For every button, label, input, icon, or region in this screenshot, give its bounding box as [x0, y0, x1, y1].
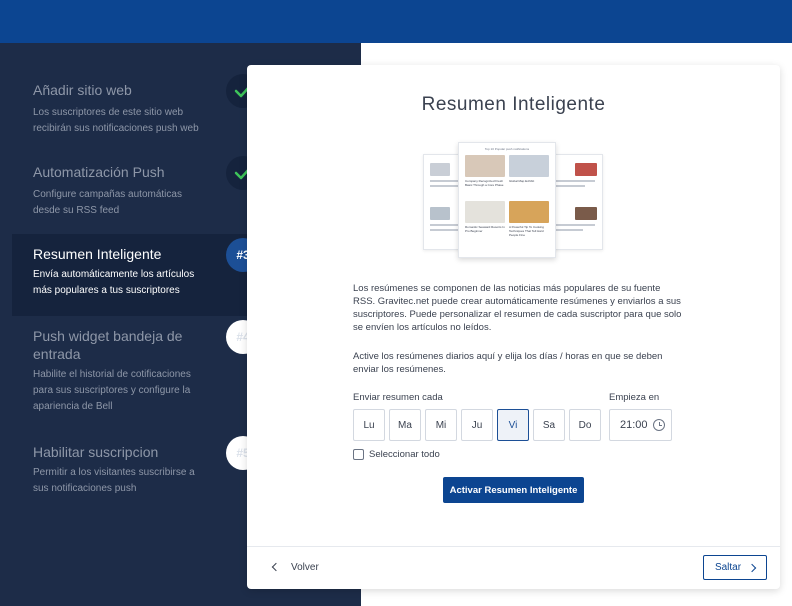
back-button[interactable]: Volver — [271, 559, 319, 575]
select-all-label[interactable]: Seleccionar todo — [369, 449, 440, 460]
smart-digest-card: Resumen Inteligente Top 10 Popular push … — [247, 65, 780, 589]
preview-header: Top 10 Popular push notifications — [484, 147, 530, 151]
preview-item: A Powerful Tip To Cooking Techniques Tha… — [509, 225, 544, 237]
start-time-input[interactable]: 21:00 — [609, 409, 672, 441]
day-button-sunday[interactable]: Do — [569, 409, 601, 441]
step-push-widget-inbox[interactable]: Push widget bandeja de entrada Habilite … — [12, 320, 247, 420]
digest-instructions: Active los resúmenes diarios aquí y elij… — [353, 351, 663, 375]
step-title: Añadir sitio web — [33, 82, 132, 98]
step-title: Push widget bandeja de entrada — [33, 328, 183, 362]
step-title: Automatización Push — [33, 164, 165, 180]
activate-smart-digest-button[interactable]: Activar Resumen Inteligente — [443, 477, 584, 503]
digest-description: Los resúmenes se componen de las noticia… — [353, 283, 682, 333]
start-time-value: 21:00 — [620, 419, 648, 431]
step-title: Resumen Inteligente — [33, 246, 162, 262]
skip-label: Saltar — [714, 562, 742, 573]
select-all-checkbox[interactable] — [353, 449, 364, 460]
step-description: Permitir a los visitantes suscribirse a … — [33, 467, 195, 494]
send-every-label: Enviar resumen cada — [353, 392, 443, 403]
clock-icon[interactable] — [653, 419, 665, 431]
step-description: Envía automáticamente los artículos más … — [33, 269, 195, 296]
day-button-saturday[interactable]: Sa — [533, 409, 565, 441]
preview-item: Company Recognized Fresh Basic Through a… — [465, 179, 504, 187]
step-description: Configure campañas automáticas desde su … — [33, 189, 182, 216]
preview-side-right — [548, 154, 603, 250]
step-description: Los suscriptores de este sitio web recib… — [33, 107, 199, 134]
day-button-tuesday[interactable]: Ma — [389, 409, 421, 441]
step-smart-digest[interactable]: Resumen Inteligente Envía automáticament… — [12, 234, 247, 316]
card-title: Resumen Inteligente — [421, 94, 606, 115]
day-button-friday[interactable]: Vi — [497, 409, 529, 441]
starts-at-label: Empieza en — [609, 392, 660, 403]
step-add-website[interactable]: Añadir sitio web Los suscriptores de est… — [12, 68, 247, 144]
step-title: Habilitar suscripcion — [33, 444, 159, 460]
top-bar — [0, 0, 792, 43]
day-button-monday[interactable]: Lu — [353, 409, 385, 441]
day-button-wednesday[interactable]: Mi — [425, 409, 457, 441]
back-label: Volver — [291, 561, 319, 573]
footer-divider — [247, 546, 780, 547]
chevron-right-icon — [747, 563, 757, 572]
preview-item: Romantic Seaward Resorts In Pro Beginner — [465, 225, 505, 233]
preview-item: Global Map Exhibit — [509, 179, 535, 183]
skip-button[interactable]: Saltar — [703, 555, 767, 580]
day-button-thursday[interactable]: Ju — [461, 409, 493, 441]
step-push-automation[interactable]: Automatización Push Configure campañas a… — [12, 150, 247, 226]
step-enable-subscription[interactable]: Habilitar suscripcion Permitir a los vis… — [12, 432, 247, 502]
digest-preview-image: Top 10 Popular push notifications Compan… — [423, 142, 603, 260]
preview-main-page: Top 10 Popular push notifications Compan… — [458, 142, 556, 258]
step-description: Habilite el historial de cotificaciones … — [33, 369, 191, 412]
chevron-left-icon — [271, 562, 281, 572]
